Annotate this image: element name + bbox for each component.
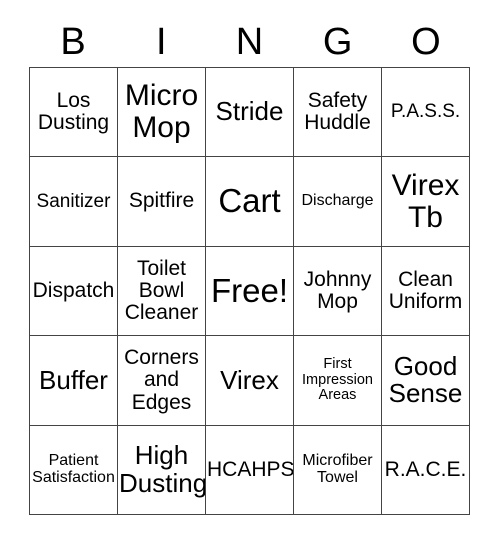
bingo-cell[interactable]: Sanitizer	[30, 157, 118, 247]
bingo-cell-label: Stride	[215, 96, 284, 127]
bingo-cell[interactable]: Discharge	[294, 157, 382, 247]
bingo-cell-label: Discharge	[301, 192, 374, 210]
bingo-cell[interactable]: Buffer	[30, 336, 118, 426]
bingo-cell[interactable]: Safety Huddle	[294, 68, 382, 158]
bingo-cell[interactable]: First Impression Areas	[294, 336, 382, 426]
bingo-cell-label: Virex Tb	[391, 168, 460, 234]
bingo-cell[interactable]: Los Dusting	[30, 68, 118, 158]
bingo-cell-label: Corners and Edges	[124, 346, 199, 414]
bingo-header-letter-g: G	[322, 21, 353, 63]
bingo-cell[interactable]: High Dusting	[118, 425, 206, 515]
bingo-cell-label: Sanitizer	[36, 190, 111, 212]
bingo-cell-label: Cart	[218, 182, 281, 220]
bingo-cell[interactable]: P.A.S.S.	[382, 68, 470, 158]
bingo-cell[interactable]: Johnny Mop	[294, 246, 382, 337]
bingo-cell-label: Clean Uniform	[388, 267, 463, 313]
bingo-grid: Los Dusting Micro Mop Stride Safety Huddle P…	[29, 67, 470, 515]
bingo-cell[interactable]: Good Sense	[382, 336, 470, 426]
bingo-cell-label: Microfiber Towel	[302, 451, 373, 486]
bingo-header-letter-i: I	[156, 21, 167, 63]
bingo-cell-label: P.A.S.S.	[390, 101, 461, 123]
bingo-cell-label: HCAHPS	[207, 457, 294, 481]
bingo-cell-label: Patient Satisfaction	[32, 451, 115, 486]
bingo-cell-label: R.A.C.E.	[384, 457, 467, 481]
bingo-cell[interactable]: Corners and Edges	[118, 336, 206, 426]
bingo-cell[interactable]: Microfiber Towel	[294, 425, 382, 515]
bingo-cell-label: Micro Mop	[124, 79, 199, 145]
bingo-free-space[interactable]: Free!	[206, 246, 294, 337]
bingo-cell-label: Buffer	[39, 364, 108, 395]
bingo-cell[interactable]: Dispatch	[30, 246, 118, 337]
bingo-cell-label: Free!	[210, 271, 289, 309]
bingo-cell-label: Safety Huddle	[304, 88, 371, 135]
bingo-cell[interactable]: Virex	[206, 336, 294, 426]
bingo-cell-label: High Dusting	[119, 440, 206, 498]
bingo-cell[interactable]: Cart	[206, 157, 294, 247]
bingo-cell[interactable]: Micro Mop	[118, 68, 206, 158]
bingo-cell[interactable]: Toilet Bowl Cleaner	[118, 246, 206, 337]
bingo-cell[interactable]: HCAHPS	[206, 425, 294, 515]
bingo-cell-label: Los Dusting	[37, 88, 110, 135]
bingo-cell[interactable]: Patient Satisfaction	[30, 425, 118, 515]
bingo-cell[interactable]: Stride	[206, 68, 294, 158]
bingo-cell[interactable]: Virex Tb	[382, 157, 470, 247]
bingo-header-row: BINGO	[29, 18, 470, 66]
bingo-cell-label: Toilet Bowl Cleaner	[124, 256, 199, 325]
bingo-cell-label: Johnny Mop	[303, 267, 372, 313]
bingo-cell-label: First Impression Areas	[302, 356, 373, 404]
bingo-cell[interactable]: Spitfire	[118, 157, 206, 247]
bingo-card: B I N G O Los Dusting Micro Mop Stride Safety H…	[0, 0, 500, 544]
bingo-header-letter-b: B	[60, 21, 86, 63]
bingo-cell-label: Virex	[220, 364, 279, 395]
bingo-cell[interactable]: Clean Uniform	[382, 246, 470, 337]
bingo-header-letter-n: N	[235, 21, 264, 63]
bingo-cell-label: Good Sense	[388, 350, 463, 409]
bingo-cell-label: Spitfire	[128, 189, 195, 213]
bingo-cell-label: Dispatch	[32, 278, 115, 302]
bingo-header-letter-o: O	[411, 21, 441, 63]
bingo-cell[interactable]: R.A.C.E.	[382, 425, 470, 515]
